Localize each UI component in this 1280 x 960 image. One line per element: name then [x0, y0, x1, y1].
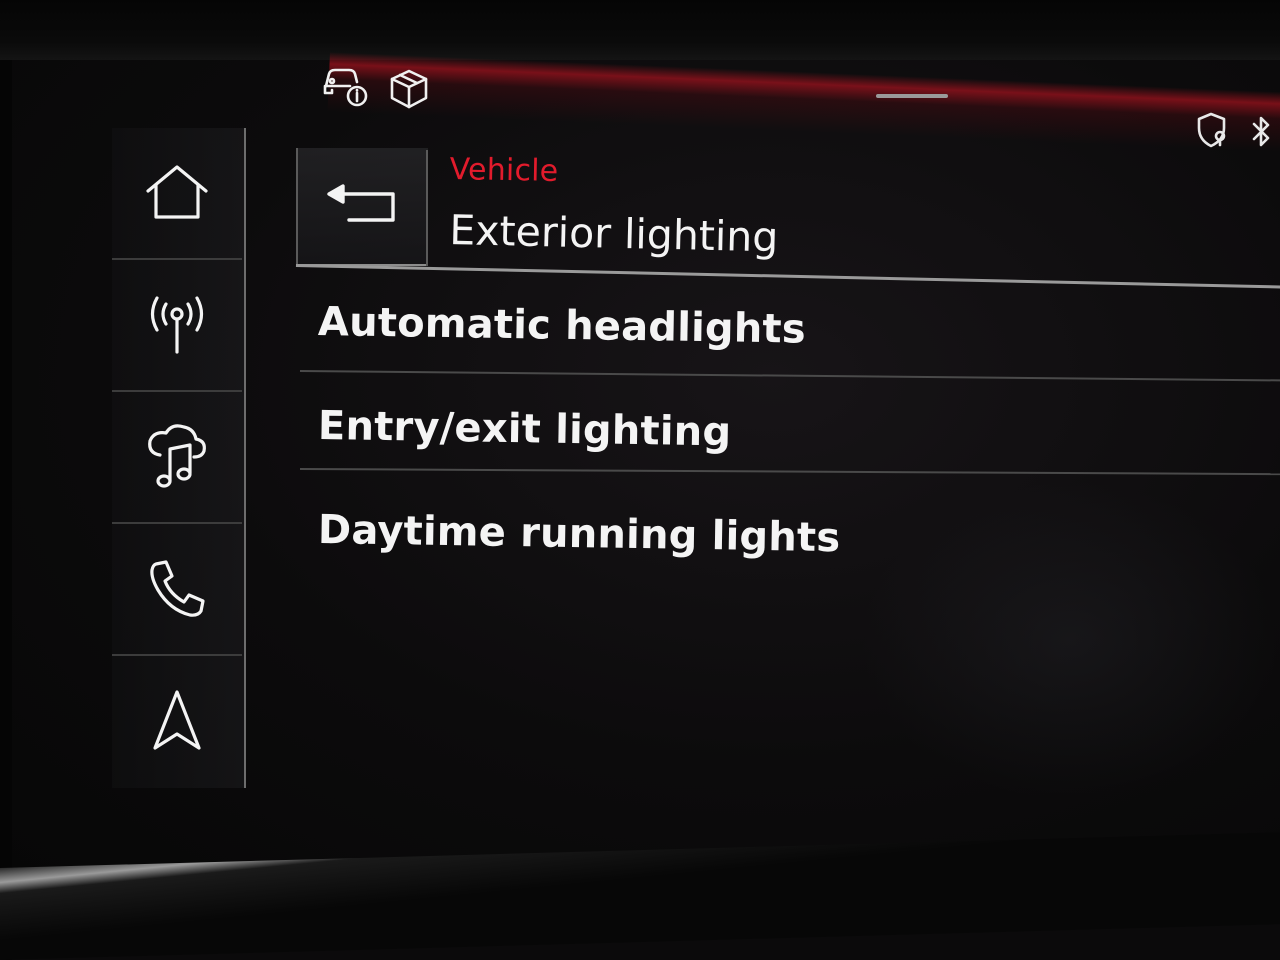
sidebar-item-radio[interactable]: [112, 260, 242, 392]
bezel-left: [0, 0, 12, 960]
sidebar-item-media[interactable]: [112, 392, 242, 524]
back-arrow-icon: [327, 184, 395, 222]
bluetooth-icon: [1248, 112, 1274, 152]
home-icon: [146, 165, 208, 219]
menu-item-daytime-running-lights[interactable]: Daytime running lights: [318, 482, 1280, 578]
menu-item-label: Entry/exit lighting: [317, 403, 732, 456]
menu-item-automatic-headlights[interactable]: Automatic headlights: [318, 274, 1280, 370]
box-icon[interactable]: [386, 66, 432, 112]
menu-item-label: Daytime running lights: [317, 507, 841, 562]
sidebar-item-phone[interactable]: [112, 524, 242, 656]
media-icon: [148, 424, 206, 488]
sidebar-item-navigation[interactable]: [112, 656, 242, 786]
phone-icon: [150, 560, 205, 617]
radio-icon: [150, 296, 204, 354]
drawer-handle[interactable]: [876, 94, 948, 98]
page-title: Exterior lighting: [448, 206, 779, 262]
sidebar: [112, 128, 246, 788]
vehicle-info-icon[interactable]: [320, 60, 370, 110]
sidebar-item-home[interactable]: [112, 128, 242, 260]
menu-item-entry-exit-lighting[interactable]: Entry/exit lighting: [318, 378, 1280, 474]
menu-item-label: Automatic headlights: [317, 299, 807, 353]
shield-location-icon: [1196, 110, 1232, 150]
breadcrumb: Vehicle: [449, 152, 559, 189]
navigation-icon: [153, 690, 201, 750]
header-divider: [426, 150, 428, 266]
bezel-top: [0, 0, 1280, 60]
back-button[interactable]: [296, 148, 428, 266]
